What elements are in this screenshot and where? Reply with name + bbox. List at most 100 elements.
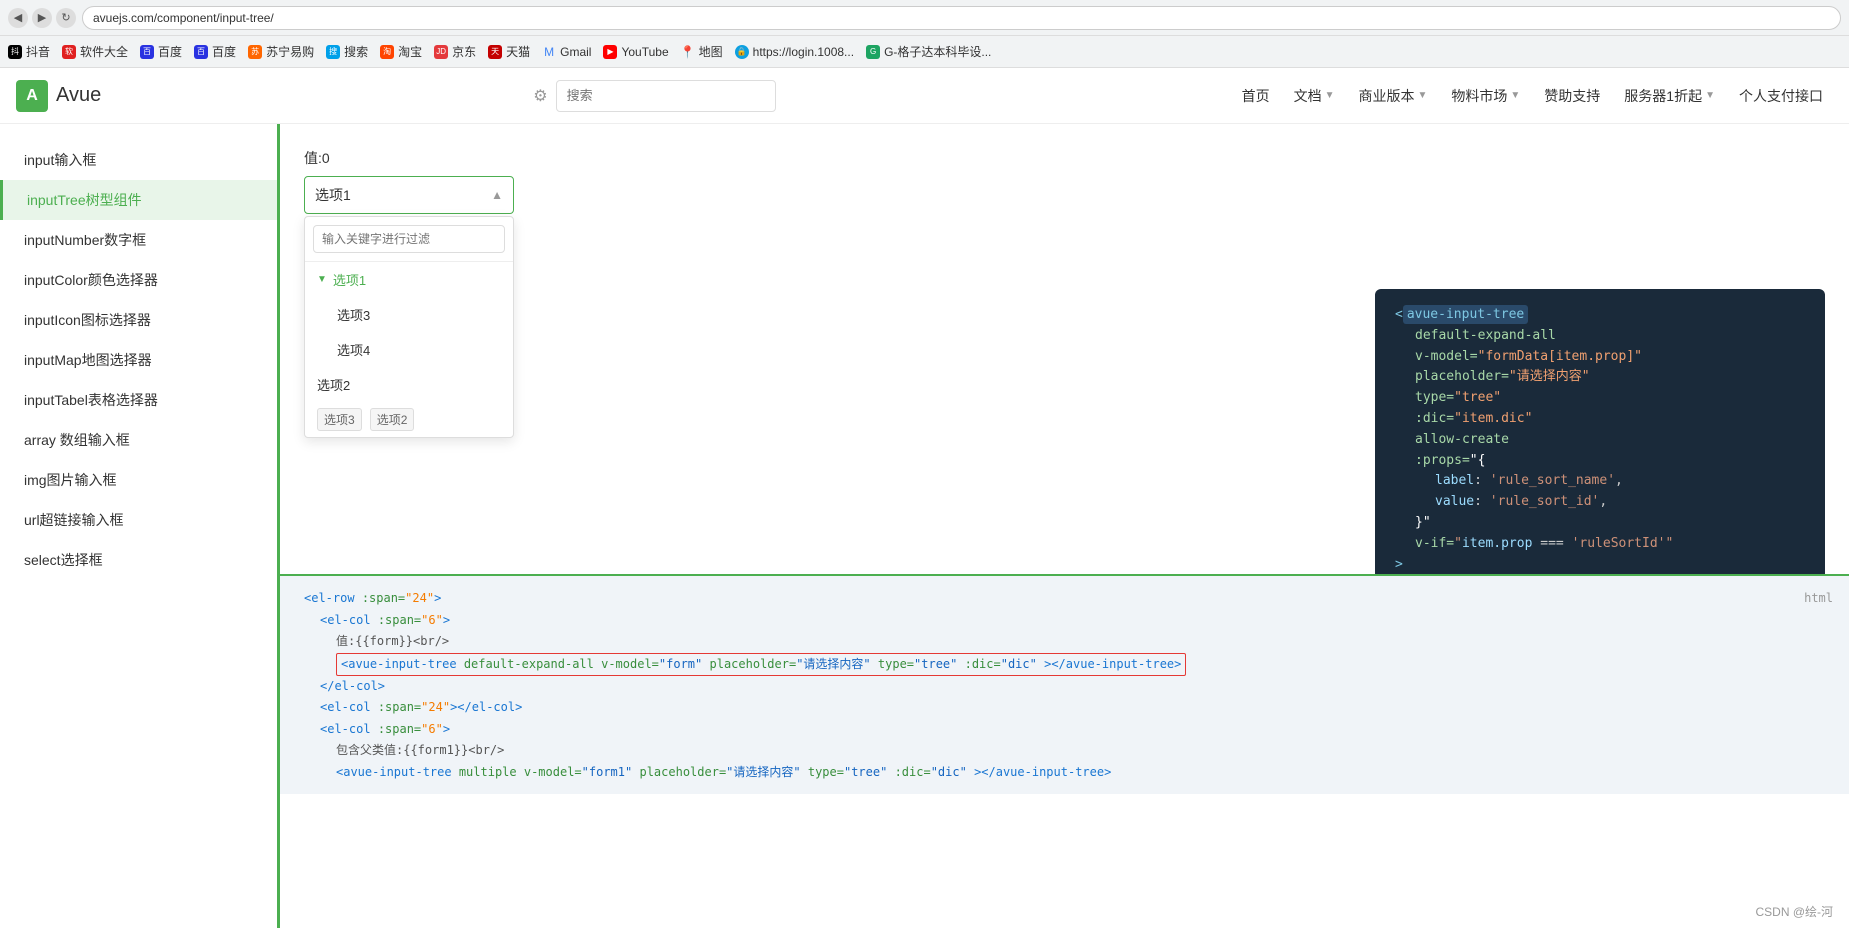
type2-val: "tree" <box>844 765 887 779</box>
nav-commercial[interactable]: 商业版本 ▼ <box>1348 80 1437 112</box>
code-comma-2: , <box>1599 494 1607 509</box>
span-val3: "24" <box>421 700 450 714</box>
dic2-attr: :dic= <box>895 765 931 779</box>
bookmark-gezi[interactable]: G G-格子达本科毕设... <box>866 43 991 60</box>
code-line-10: value: 'rule_sort_id', <box>1395 492 1805 513</box>
span-val2: "6" <box>421 613 443 627</box>
code-attr-allow-create: allow-create <box>1415 432 1509 447</box>
code-attr-placeholder: placeholder= <box>1415 369 1509 384</box>
bookmark-suning[interactable]: 苏 苏宁易购 <box>248 43 314 60</box>
code-line-3: v-model="formData[item.prop]" <box>1395 347 1805 368</box>
sidebar-item-img[interactable]: img图片输入框 <box>0 460 277 500</box>
bookmark-sousuo[interactable]: 搜 搜索 <box>326 43 368 60</box>
bookmark-baidu2[interactable]: 百 百度 <box>194 43 236 60</box>
bookmark-ditu[interactable]: 📍 地图 <box>681 43 723 60</box>
footer-tag-1[interactable]: 选项3 <box>317 408 362 431</box>
back-button[interactable]: ◀ <box>8 8 28 28</box>
code-line-2: default-expand-all <box>1395 326 1805 347</box>
bookmark-label: 搜索 <box>344 43 368 60</box>
code-attr-default-expand: default-expand-all <box>1415 328 1556 343</box>
placeholder2-attr: placeholder= <box>639 765 726 779</box>
bookmarks-bar: 抖 抖音 软 软件大全 百 百度 百 百度 苏 苏宁易购 搜 搜索 淘 淘宝 J… <box>0 36 1849 68</box>
dropdown-search-input[interactable] <box>313 225 505 253</box>
main-layout: input输入框 inputTree树型组件 inputNumber数字框 in… <box>0 124 1849 928</box>
sousuo-icon: 搜 <box>326 45 340 59</box>
bookmark-gmail[interactable]: M Gmail <box>542 45 591 59</box>
nav-market[interactable]: 物料市场 ▼ <box>1441 80 1530 112</box>
footer-tag-2[interactable]: 选项2 <box>370 408 415 431</box>
youtube-icon: ▶ <box>603 45 617 59</box>
nav-search-input[interactable] <box>556 80 776 112</box>
gmail-icon: M <box>542 45 556 59</box>
dropdown-item-2[interactable]: 选项2 <box>305 367 513 402</box>
code-val-placeholder: "请选择内容" <box>1509 369 1590 384</box>
bookmark-tianmao[interactable]: 天 天猫 <box>488 43 530 60</box>
browser-nav-buttons: ◀ ▶ ↻ <box>8 8 76 28</box>
suning-icon: 苏 <box>248 45 262 59</box>
select-box[interactable]: 选项1 ▲ <box>304 176 514 214</box>
top-nav: A Avue ⚙ 首页 文档 ▼ 商业版本 ▼ 物料市场 ▼ 赞助支持 服务器1… <box>0 68 1849 124</box>
dropdown-item-1[interactable]: ▼ 选项1 <box>305 262 513 297</box>
ruanjian-icon: 软 <box>62 45 76 59</box>
default-expand-attr: default-expand-all <box>464 657 594 671</box>
sidebar-item-inputnumber[interactable]: inputNumber数字框 <box>0 220 277 260</box>
bookmark-label: 淘宝 <box>398 43 422 60</box>
settings-icon[interactable]: ⚙ <box>533 86 547 106</box>
avue-tag-close: ></avue-input-tree> <box>1044 657 1181 671</box>
forward-button[interactable]: ▶ <box>32 8 52 28</box>
el-col2-tag: <el-col <box>320 700 371 714</box>
sidebar-item-url[interactable]: url超链接输入框 <box>0 500 277 540</box>
nav-server[interactable]: 服务器1折起 ▼ <box>1614 80 1725 112</box>
sidebar-item-inputcolor[interactable]: inputColor颜色选择器 <box>0 260 277 300</box>
nav-links: 首页 文档 ▼ 商业版本 ▼ 物料市场 ▼ 赞助支持 服务器1折起 ▼ 个人支付… <box>1232 80 1833 112</box>
bookmark-douyin[interactable]: 抖 抖音 <box>8 43 50 60</box>
sidebar-item-select[interactable]: select选择框 <box>0 540 277 580</box>
placeholder2-val: "请选择内容" <box>726 765 800 779</box>
nav-sponsor[interactable]: 赞助支持 <box>1534 80 1610 112</box>
taobao-icon: 淘 <box>380 45 394 59</box>
refresh-button[interactable]: ↻ <box>56 8 76 28</box>
sidebar-item-inputicon[interactable]: inputIcon图标选择器 <box>0 300 277 340</box>
bookmark-label: YouTube <box>621 45 668 59</box>
code-line-12: v-if="item.prop === 'ruleSortId'" <box>1395 534 1805 555</box>
sidebar-item-input[interactable]: input输入框 <box>0 140 277 180</box>
dropdown-item-3[interactable]: 选项3 <box>305 297 513 332</box>
bookmark-taobao[interactable]: 淘 淘宝 <box>380 43 422 60</box>
code-line-elcol-close: </el-col> <box>304 676 1825 698</box>
content-area: 值:0 选项1 ▲ ▼ 选项1 选项3 <box>280 124 1849 928</box>
nav-home[interactable]: 首页 <box>1232 80 1280 112</box>
span-attr: :span= <box>362 591 405 605</box>
sidebar-item-array[interactable]: array 数组输入框 <box>0 420 277 460</box>
nav-payment[interactable]: 个人支付接口 <box>1729 80 1833 112</box>
code-body: <avue-input-tree default-expand-all v-mo… <box>1375 289 1825 591</box>
dic-val: "dic" <box>1001 657 1037 671</box>
bookmark-label: 百度 <box>158 43 182 60</box>
dropdown-item-4[interactable]: 选项4 <box>305 332 513 367</box>
code-key-item: item.prop <box>1462 536 1532 551</box>
address-bar[interactable]: avuejs.com/component/input-tree/ <box>82 6 1841 30</box>
bookmark-ruanjian[interactable]: 软 软件大全 <box>62 43 128 60</box>
sidebar-item-inputmap[interactable]: inputMap地图选择器 <box>0 340 277 380</box>
sidebar-item-inputtree[interactable]: inputTree树型组件 <box>0 180 277 220</box>
sidebar-item-inputtabel[interactable]: inputTabel表格选择器 <box>0 380 277 420</box>
type-attr: type= <box>878 657 914 671</box>
span-val4: "6" <box>421 722 443 736</box>
el-col3-close: > <box>443 722 450 736</box>
code-val-vif-open: " <box>1454 536 1462 551</box>
code-val-type: "tree" <box>1454 390 1501 405</box>
dic-attr: :dic= <box>965 657 1001 671</box>
bookmark-jd[interactable]: JD 京东 <box>434 43 476 60</box>
code-line-6: :dic="item.dic" <box>1395 409 1805 430</box>
select-box-value: 选项1 <box>315 185 351 205</box>
code-attr-vif: v-if= <box>1415 536 1454 551</box>
code-attr-props: :props= <box>1415 453 1470 468</box>
bookmark-baidu1[interactable]: 百 百度 <box>140 43 182 60</box>
bottom-credit: CSDN @绘-河 <box>1755 903 1833 920</box>
nav-docs[interactable]: 文档 ▼ <box>1284 80 1345 112</box>
bookmark-youtube[interactable]: ▶ YouTube <box>603 45 668 59</box>
code-line-4: placeholder="请选择内容" <box>1395 367 1805 388</box>
bookmark-360[interactable]: 🔒 https://login.1008... <box>735 45 854 59</box>
dropdown-search <box>305 217 513 262</box>
logo[interactable]: A Avue <box>16 80 101 112</box>
dropdown-item-label: 选项3 <box>337 305 370 324</box>
